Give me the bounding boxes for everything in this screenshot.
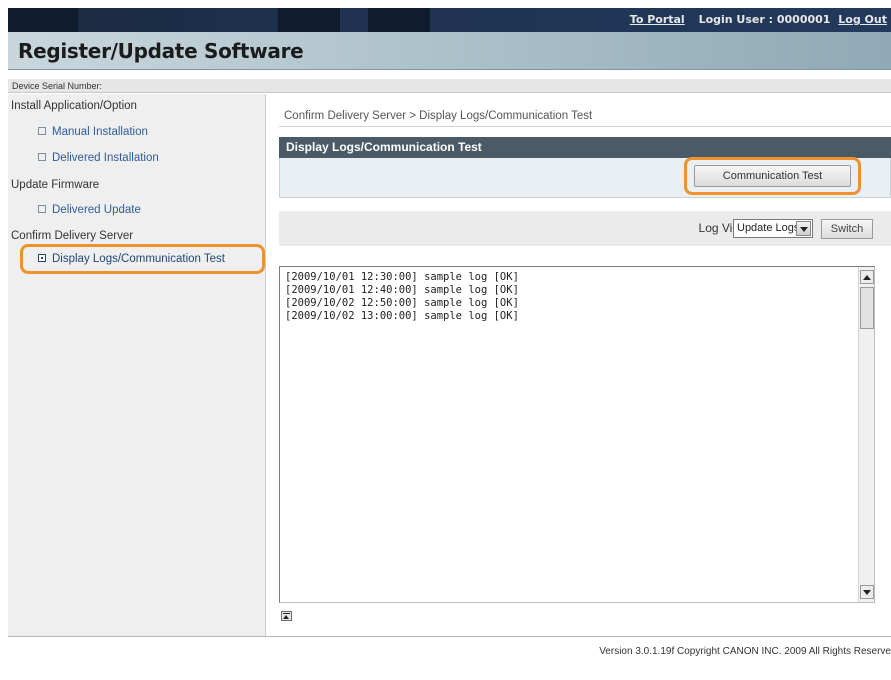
log-view-selected: Update Logs — [737, 222, 800, 234]
topbar-segment — [368, 8, 430, 32]
sidebar-section-install: Install Application/Option — [11, 100, 137, 112]
sidebar-item-delivered-update[interactable]: Delivered Update — [38, 204, 141, 216]
bullet-icon — [38, 127, 46, 135]
sidebar-item-label: Delivered Update — [52, 204, 141, 216]
sidebar-item-label: Display Logs/Communication Test — [52, 253, 226, 265]
top-bar: To Portal Login User : 0000001 Log Out — [8, 8, 891, 32]
bullet-icon — [38, 205, 46, 213]
main-content: Confirm Delivery Server > Display Logs/C… — [267, 94, 891, 636]
panel-title: Display Logs/Communication Test — [279, 137, 891, 158]
scroll-thumb[interactable] — [860, 287, 874, 329]
sidebar-section-confirm-delivery-server: Confirm Delivery Server — [11, 230, 134, 242]
switch-button[interactable]: Switch — [821, 219, 873, 239]
version-copyright: Version 3.0.1.19f Copyright CANON INC. 2… — [599, 646, 891, 657]
device-serial-number: Device Serial Number: — [8, 79, 891, 93]
log-textarea[interactable]: [2009/10/01 12:30:00] sample log [OK] [2… — [279, 266, 875, 603]
sidebar-item-label: Manual Installation — [52, 126, 148, 138]
sidebar-item-label-active: Display Logs/Communication Test — [38, 253, 225, 265]
login-user-label: Login User : 0000001 — [698, 13, 831, 26]
log-view-select[interactable]: Update Logs — [733, 219, 813, 238]
footer: Version 3.0.1.19f Copyright CANON INC. 2… — [8, 636, 891, 680]
chevron-down-icon[interactable] — [796, 221, 811, 236]
page-title: Register/Update Software — [18, 39, 304, 63]
scroll-up-icon[interactable] — [860, 270, 874, 284]
sidebar: Install Application/Option Manual Instal… — [8, 94, 266, 636]
log-content: [2009/10/01 12:30:00] sample log [OK] [2… — [285, 271, 519, 322]
title-band: Register/Update Software — [8, 32, 891, 70]
sidebar-item-display-logs[interactable]: Display Logs/Communication Test — [20, 244, 265, 274]
bullet-icon — [38, 153, 46, 161]
back-to-top-icon[interactable] — [281, 611, 292, 621]
top-links: To Portal Login User : 0000001 Log Out — [630, 8, 887, 32]
topbar-segment — [278, 8, 340, 32]
sidebar-item-label: Delivered Installation — [52, 152, 159, 164]
scrollbar[interactable] — [858, 267, 874, 602]
scroll-down-icon[interactable] — [860, 585, 874, 599]
sidebar-item-delivered-installation[interactable]: Delivered Installation — [38, 152, 159, 164]
communication-test-button[interactable]: Communication Test — [694, 165, 851, 187]
divider — [279, 126, 891, 127]
communication-test-highlight: Communication Test — [684, 157, 861, 195]
logout-link[interactable]: Log Out — [838, 13, 887, 26]
breadcrumb: Confirm Delivery Server > Display Logs/C… — [284, 110, 593, 122]
topbar-segment — [8, 8, 78, 32]
to-portal-link[interactable]: To Portal — [630, 13, 685, 26]
sidebar-item-manual-installation[interactable]: Manual Installation — [38, 126, 148, 138]
sidebar-section-update-firmware: Update Firmware — [11, 179, 100, 191]
bullet-filled-icon — [38, 254, 46, 262]
log-view-bar: Log View: Update Logs Switch — [279, 211, 891, 246]
